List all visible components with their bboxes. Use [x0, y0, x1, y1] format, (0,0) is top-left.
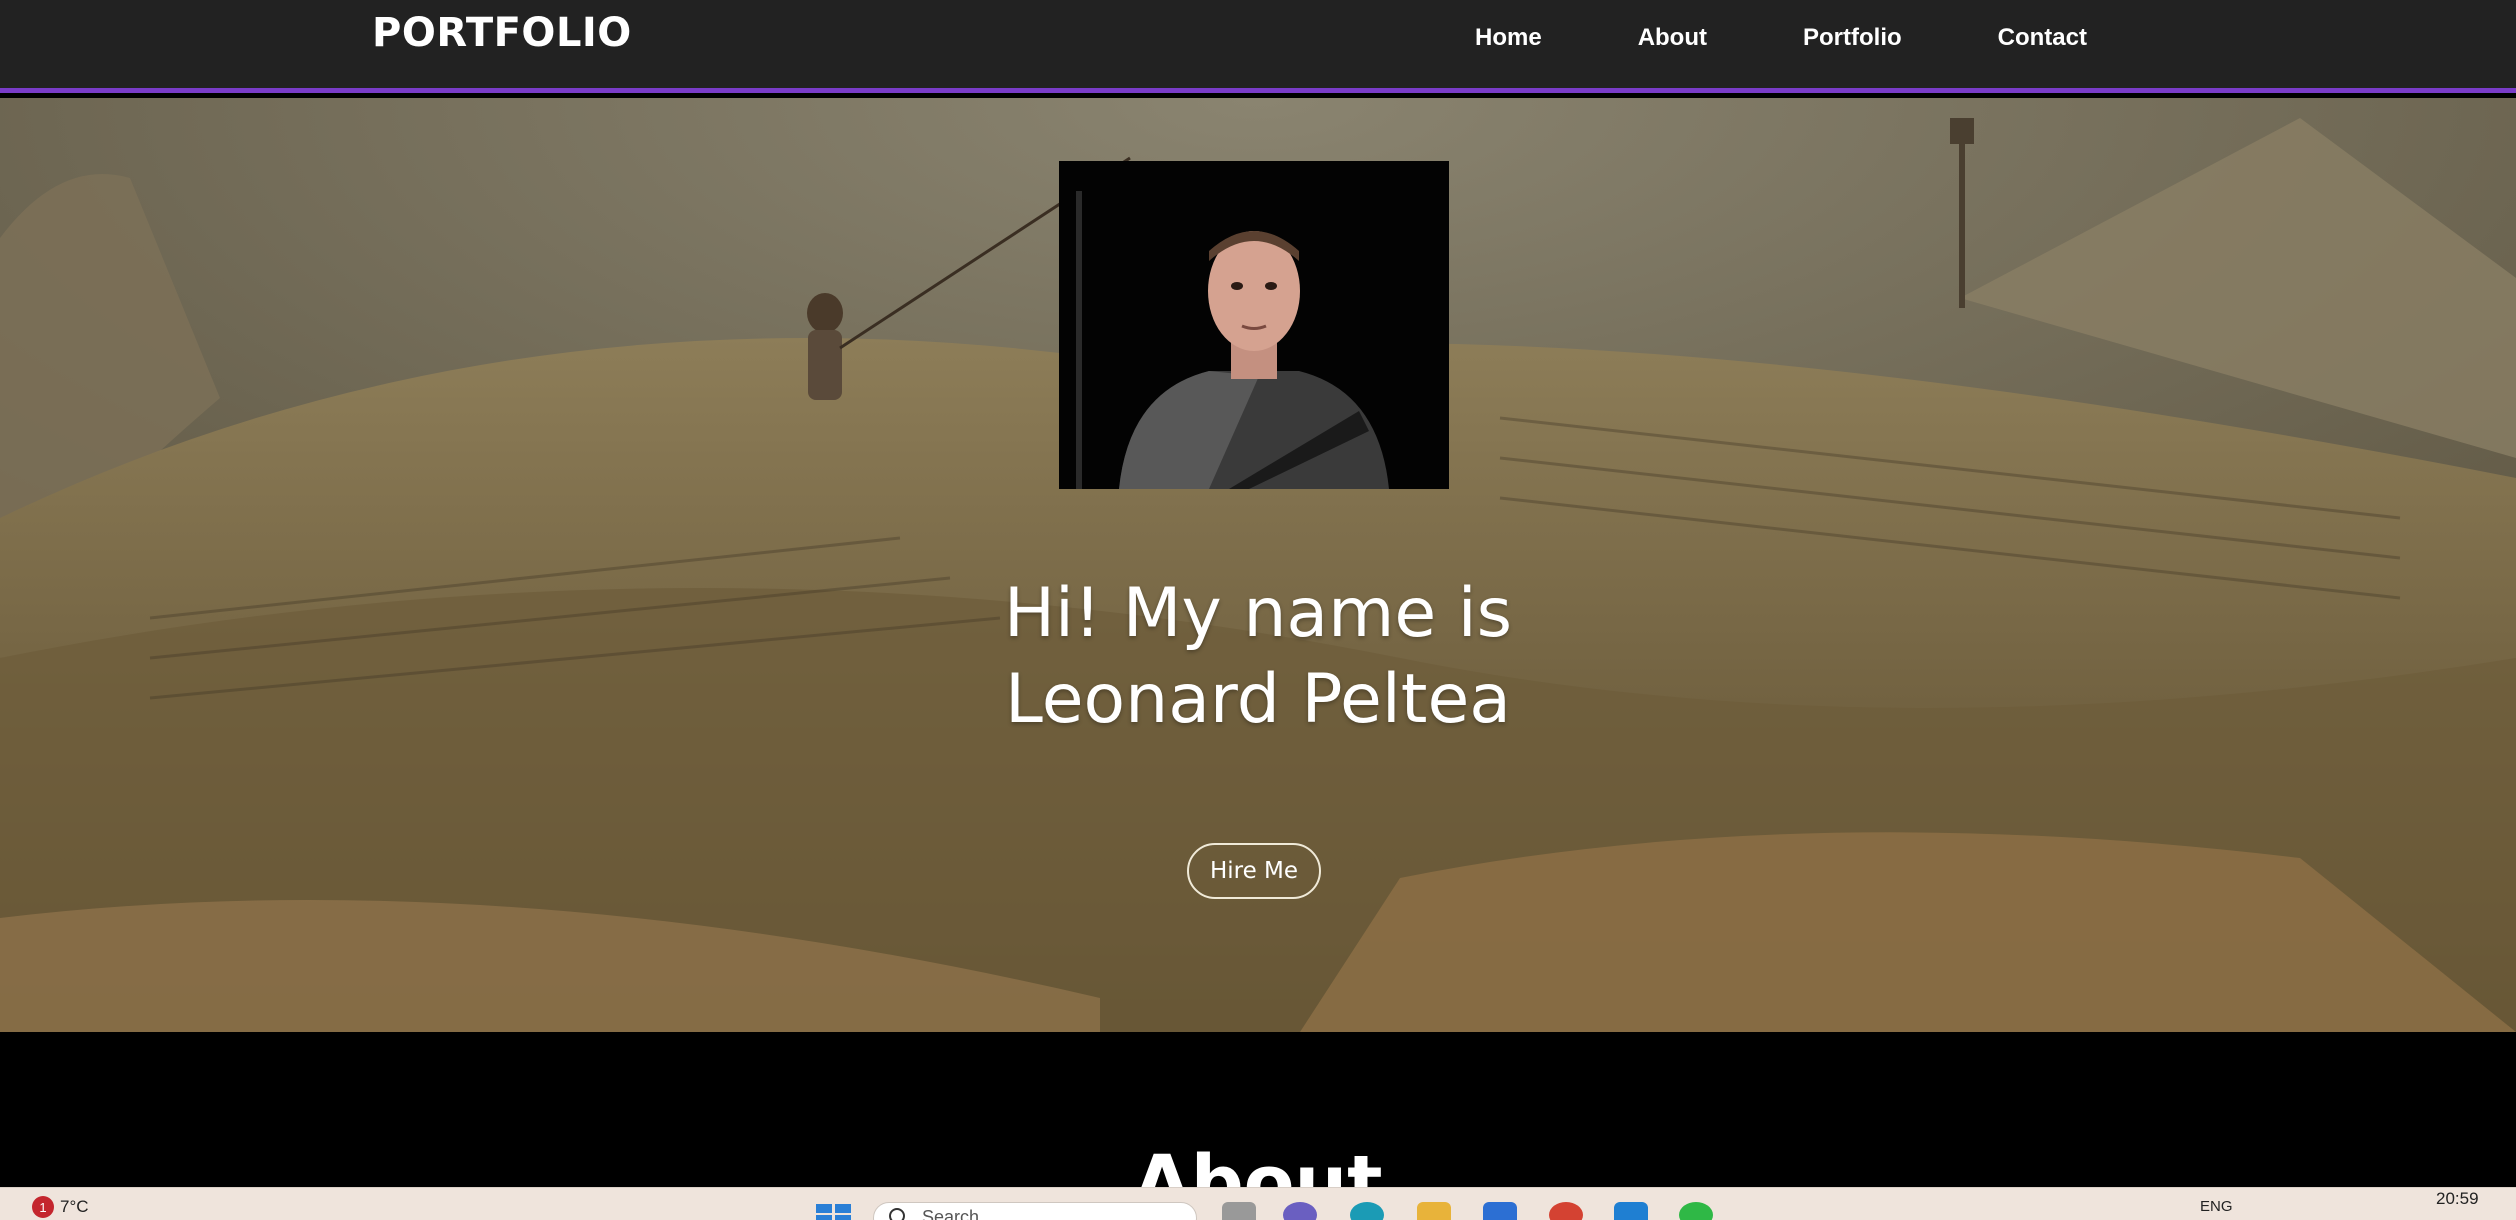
notification-badge: 1	[32, 1196, 54, 1218]
weather-widget[interactable]: 1 7°C	[10, 1196, 89, 1218]
about-section: About	[0, 1032, 2516, 1187]
windows-start-icon[interactable]	[816, 1204, 852, 1220]
hero-title: Hi! My name is Leonard Peltea	[0, 571, 2516, 743]
os-taskbar: 1 7°C Search ENG 20:59	[0, 1187, 2516, 1220]
profile-photo	[1059, 161, 1449, 489]
system-clock[interactable]: 20:59	[2436, 1189, 2479, 1209]
teams-icon[interactable]	[1283, 1202, 1317, 1220]
main-nav: Home About Portfolio Contact	[1475, 24, 2087, 52]
edge-icon[interactable]	[1350, 1202, 1384, 1220]
store-icon[interactable]	[1483, 1202, 1517, 1220]
brand-logo[interactable]: PORTFOLIO	[372, 10, 632, 56]
weather-temperature: 7°C	[60, 1197, 89, 1216]
nav-home[interactable]: Home	[1475, 24, 1542, 52]
search-placeholder: Search	[922, 1207, 980, 1220]
nav-portfolio[interactable]: Portfolio	[1803, 24, 1902, 52]
vscode-icon[interactable]	[1614, 1202, 1648, 1220]
file-explorer-icon[interactable]	[1417, 1202, 1451, 1220]
nav-about[interactable]: About	[1638, 24, 1707, 52]
about-heading: About	[1133, 1140, 1383, 1187]
chrome-icon[interactable]	[1549, 1202, 1583, 1220]
language-indicator[interactable]: ENG	[2200, 1198, 2233, 1215]
navbar: PORTFOLIO Home About Portfolio Contact	[0, 0, 2516, 93]
search-icon	[889, 1208, 905, 1220]
task-view-icon[interactable]	[1222, 1202, 1256, 1220]
taskbar-search-box[interactable]: Search	[873, 1202, 1197, 1220]
whatsapp-icon[interactable]	[1679, 1202, 1713, 1220]
hero-title-line1: Hi! My name is	[1003, 574, 1513, 653]
hero-title-line2: Leonard Peltea	[1005, 660, 1511, 739]
nav-contact[interactable]: Contact	[1998, 24, 2087, 52]
hero-section: Hi! My name is Leonard Peltea Hire Me	[0, 98, 2516, 1032]
hire-me-button[interactable]: Hire Me	[1187, 843, 1321, 899]
